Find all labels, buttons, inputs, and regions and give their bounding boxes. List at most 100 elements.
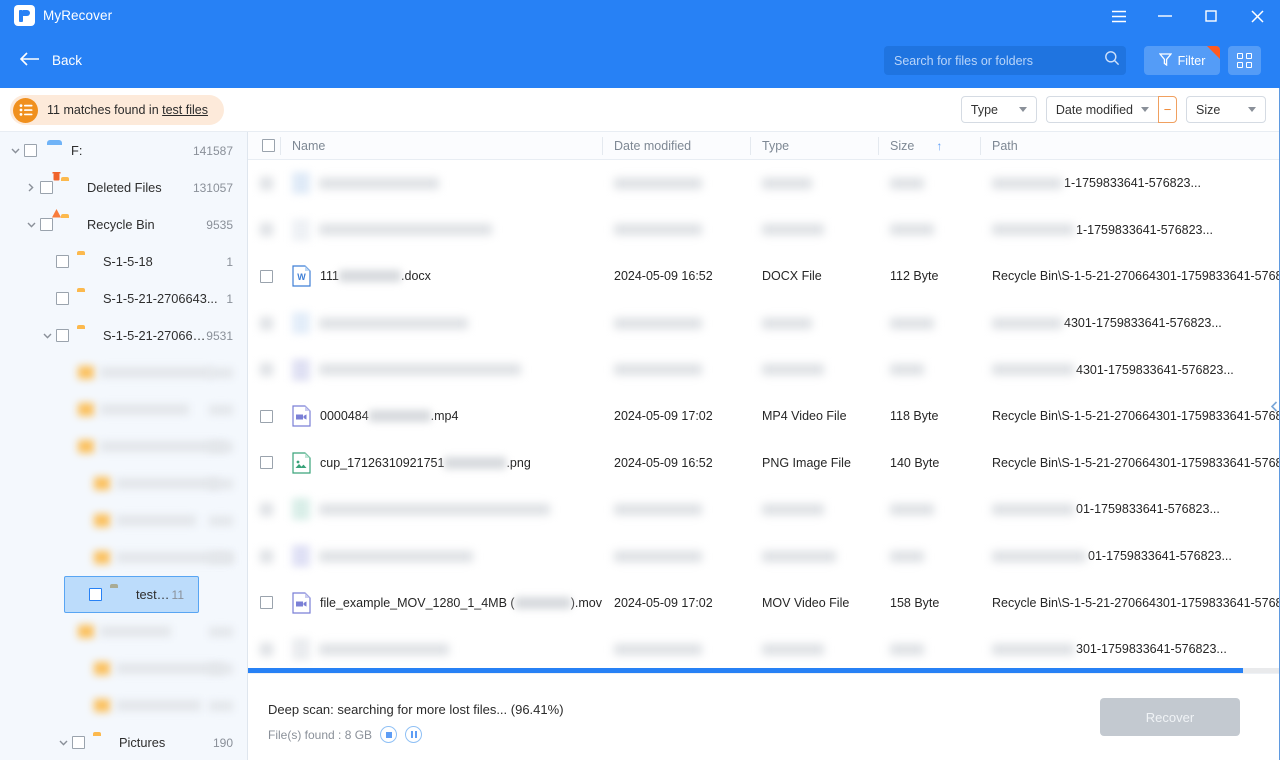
column-header-type[interactable]: Type bbox=[750, 132, 878, 160]
svg-text:W: W bbox=[297, 272, 306, 282]
filter-chip-date-remove[interactable]: − bbox=[1158, 96, 1177, 123]
chevron-right-icon[interactable] bbox=[22, 183, 40, 192]
sidebar-item-pictures[interactable]: Pictures 190 bbox=[0, 724, 247, 760]
table-row[interactable]: cup_17126310921751 .png 2024-05-09 16:52 P… bbox=[248, 440, 1280, 487]
table-row[interactable]: 1-1759833641-576823... bbox=[248, 160, 1280, 207]
row-checkbox[interactable] bbox=[260, 456, 273, 470]
row-checkbox[interactable] bbox=[260, 269, 273, 283]
tree-item-blurred[interactable] bbox=[0, 428, 247, 465]
sidebar-item-f[interactable]: F: 141587 bbox=[0, 132, 247, 169]
filter-chip-size[interactable]: Size bbox=[1186, 96, 1266, 123]
row-checkbox-cell[interactable] bbox=[248, 533, 280, 580]
tree-item-count bbox=[209, 442, 233, 452]
tree-item-blurred[interactable] bbox=[0, 465, 247, 502]
table-row[interactable]: 4301-1759833641-576823... bbox=[248, 346, 1280, 393]
collapse-panel-handle[interactable] bbox=[1269, 385, 1280, 427]
tree-item-checkbox[interactable] bbox=[56, 292, 69, 305]
row-checkbox[interactable] bbox=[260, 363, 273, 377]
row-checkbox[interactable] bbox=[260, 549, 273, 563]
row-checkbox[interactable] bbox=[260, 316, 273, 330]
column-header-size[interactable]: Size ↑ bbox=[878, 132, 980, 160]
sidebar-item-recycle-bin[interactable]: Recycle Bin 9535 bbox=[0, 206, 247, 243]
table-row[interactable]: 0000484 .mp4 2024-05-09 17:02 MP4 Video Fi… bbox=[248, 393, 1280, 440]
search-icon[interactable] bbox=[1104, 50, 1120, 71]
tree-item-blurred[interactable] bbox=[0, 613, 247, 650]
row-checkbox-cell[interactable] bbox=[248, 300, 280, 347]
row-checkbox-cell[interactable] bbox=[248, 393, 280, 440]
row-checkbox[interactable] bbox=[260, 223, 273, 237]
tree-item-blurred[interactable] bbox=[0, 687, 247, 724]
row-checkbox[interactable] bbox=[260, 502, 273, 516]
stop-button-icon[interactable] bbox=[380, 726, 398, 743]
table-row[interactable]: 01-1759833641-576823... bbox=[248, 486, 1280, 533]
row-checkbox-cell[interactable] bbox=[248, 579, 280, 626]
table-row[interactable]: 01-1759833641-576823... bbox=[248, 533, 1280, 580]
table-row[interactable]: 301-1759833641-576823... bbox=[248, 626, 1280, 668]
sidebar-item-s-1-5-21-2706643[interactable]: S-1-5-21-2706643... 9531 bbox=[0, 317, 247, 354]
file-name bbox=[319, 177, 439, 189]
chevron-down-icon[interactable] bbox=[22, 222, 40, 228]
row-checkbox[interactable] bbox=[260, 409, 273, 423]
tree-item-checkbox[interactable] bbox=[72, 736, 85, 749]
cell-type bbox=[750, 626, 878, 668]
row-checkbox-cell[interactable] bbox=[248, 207, 280, 254]
file-date bbox=[614, 317, 702, 329]
filter-button[interactable]: Filter bbox=[1144, 46, 1220, 75]
sidebar-item-deleted-files[interactable]: Deleted Files 131057 bbox=[0, 169, 247, 206]
match-target-link[interactable]: test files bbox=[162, 103, 208, 117]
folder-icon bbox=[77, 291, 96, 307]
select-all-checkbox[interactable] bbox=[262, 139, 275, 152]
tree-item-checkbox[interactable] bbox=[24, 144, 37, 157]
chevron-down-icon bbox=[1018, 107, 1027, 112]
table-row[interactable]: W 111 .docx 2024-05-09 16:52 DOCX File 112 B… bbox=[248, 253, 1280, 300]
filter-chip-type[interactable]: Type bbox=[960, 96, 1037, 123]
tree-item-checkbox[interactable] bbox=[40, 218, 53, 231]
minimize-icon[interactable] bbox=[1142, 0, 1188, 32]
row-checkbox-cell[interactable] bbox=[248, 160, 280, 207]
row-checkbox-cell[interactable] bbox=[248, 440, 280, 487]
file-icon bbox=[292, 172, 310, 195]
cell-path: Recycle Bin\S-1-5-21-270664301-175983364… bbox=[980, 579, 1280, 626]
search-input[interactable] bbox=[894, 53, 1104, 68]
row-checkbox-cell[interactable] bbox=[248, 626, 280, 668]
sidebar-item-s-1-5-21-2706643[interactable]: S-1-5-21-2706643... 1 bbox=[0, 280, 247, 317]
grid-view-button[interactable] bbox=[1228, 46, 1261, 75]
chevron-down-icon[interactable] bbox=[38, 333, 56, 339]
row-checkbox-cell[interactable] bbox=[248, 346, 280, 393]
tree-item-checkbox[interactable] bbox=[56, 329, 69, 342]
sidebar-item-test-files[interactable]: test files11 bbox=[64, 576, 199, 613]
row-checkbox-cell[interactable] bbox=[248, 486, 280, 533]
tree-item-blurred[interactable] bbox=[0, 502, 247, 539]
column-header-name[interactable]: Name bbox=[280, 132, 602, 160]
row-checkbox[interactable] bbox=[260, 642, 273, 656]
search-box[interactable] bbox=[884, 46, 1126, 75]
filter-chip-date[interactable]: Date modified bbox=[1045, 96, 1158, 123]
column-header-check[interactable] bbox=[248, 132, 280, 160]
tree-item-checkbox[interactable] bbox=[89, 588, 102, 601]
table-row[interactable]: 4301-1759833641-576823... bbox=[248, 300, 1280, 347]
tree-item-blurred[interactable] bbox=[0, 354, 247, 391]
row-checkbox-cell[interactable] bbox=[248, 253, 280, 300]
close-icon[interactable] bbox=[1234, 0, 1280, 32]
tree-item-checkbox[interactable] bbox=[40, 181, 53, 194]
table-row[interactable]: file_example_MOV_1280_1_4MB ().mov 2024-0… bbox=[248, 579, 1280, 626]
recover-button[interactable]: Recover bbox=[1100, 698, 1240, 736]
tree-item-blurred[interactable] bbox=[0, 539, 247, 576]
file-list-body[interactable]: 1-1759833641-576823... 1-1759833641-57682… bbox=[248, 160, 1280, 668]
hamburger-menu-icon[interactable] bbox=[1096, 0, 1142, 32]
tree-item-checkbox[interactable] bbox=[56, 255, 69, 268]
row-checkbox[interactable] bbox=[260, 596, 273, 610]
tree-item-blurred[interactable] bbox=[0, 391, 247, 428]
chevron-down-icon[interactable] bbox=[6, 148, 24, 154]
chevron-down-icon[interactable] bbox=[54, 740, 72, 746]
pause-button-icon[interactable] bbox=[405, 726, 423, 743]
row-checkbox[interactable] bbox=[260, 176, 273, 190]
column-header-path[interactable]: Path bbox=[980, 132, 1280, 160]
folder-tree-sidebar[interactable]: F: 141587 Deleted Files 131057 Recycle Bin 95… bbox=[0, 132, 248, 760]
tree-item-blurred[interactable] bbox=[0, 650, 247, 687]
back-button[interactable]: Back bbox=[12, 46, 90, 74]
sidebar-item-s-1-5-18[interactable]: S-1-5-18 1 bbox=[0, 243, 247, 280]
maximize-icon[interactable] bbox=[1188, 0, 1234, 32]
column-header-date[interactable]: Date modified bbox=[602, 132, 750, 160]
table-row[interactable]: 1-1759833641-576823... bbox=[248, 207, 1280, 254]
